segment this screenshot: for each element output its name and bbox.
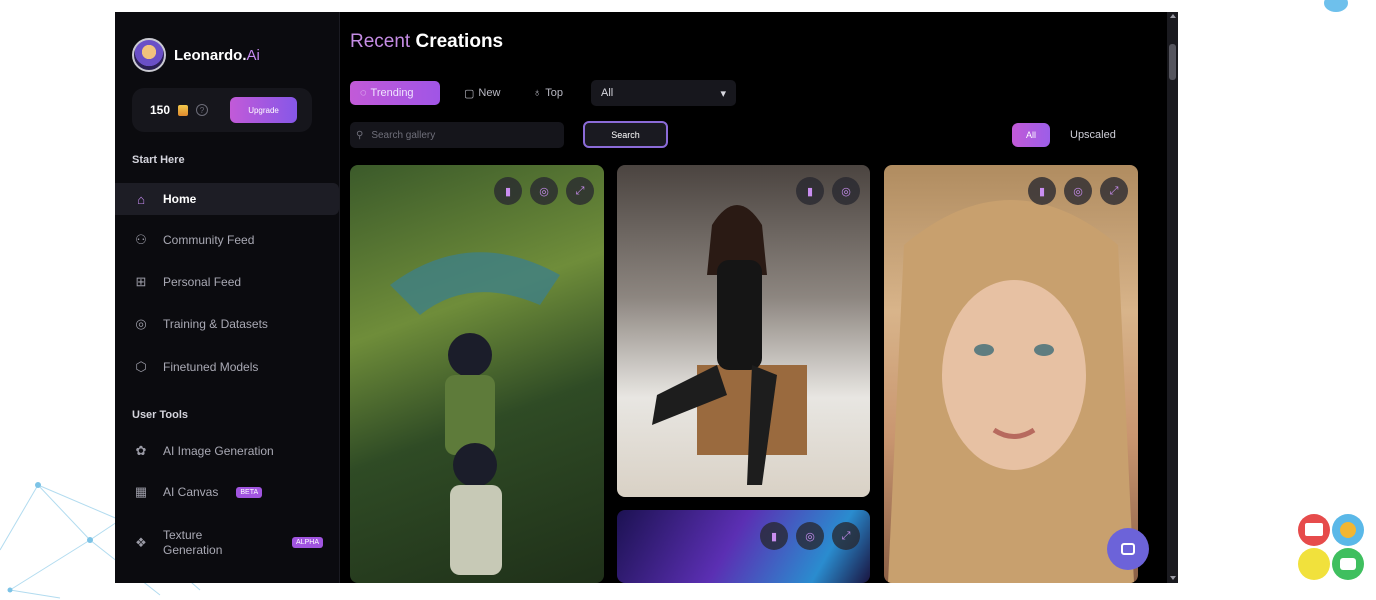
flame-icon: ◌: [360, 87, 367, 99]
square-icon: ▢: [464, 87, 475, 100]
card-actions: ▮ ◎: [796, 177, 860, 205]
tab-trending[interactable]: ◌ Trending: [350, 81, 440, 105]
tab-new[interactable]: ▢ New: [454, 81, 510, 105]
filter-upscaled-button[interactable]: Upscaled: [1070, 123, 1116, 147]
search-button[interactable]: Search: [583, 121, 668, 148]
expand-icon[interactable]: ⤢: [1100, 177, 1128, 205]
gallery-image-card[interactable]: ▮ ◎: [617, 165, 870, 497]
bookmark-icon[interactable]: ▮: [1028, 177, 1056, 205]
palette-icon: ✿: [135, 443, 147, 458]
beta-badge: BETA: [236, 486, 263, 498]
section-title-tools: User Tools: [132, 409, 189, 421]
bookmark-icon[interactable]: ▮: [796, 177, 824, 205]
chat-support-button[interactable]: [1107, 528, 1149, 570]
community-icon: ⚇: [135, 232, 147, 247]
remix-icon[interactable]: ◎: [832, 177, 860, 205]
gallery-image: [652, 205, 807, 485]
texture-icon: ❖: [135, 535, 147, 550]
credits-panel: 150 ? Upgrade: [132, 88, 312, 132]
sidebar-item-label: Personal Feed: [163, 275, 242, 289]
app-window: Leonardo.Ai 150 ? Upgrade Start Here ⌂ H…: [115, 12, 1178, 583]
chat-icon: [1121, 543, 1135, 555]
gallery-image-card[interactable]: ▮ ◎ ⤢: [617, 510, 870, 583]
page-title: Recent Creations: [350, 31, 504, 52]
main-content: Recent Creations ◌ Trending ▢ New ♁ Top …: [350, 12, 1178, 583]
gallery-image-card[interactable]: ▮ ◎ ⤢: [350, 165, 604, 583]
bookmark-icon[interactable]: ▮: [494, 177, 522, 205]
home-icon: ⌂: [137, 191, 145, 207]
gallery-image: [888, 200, 1134, 583]
upgrade-button[interactable]: Upgrade: [230, 97, 298, 123]
training-icon: ◎: [135, 316, 147, 331]
sidebar-item-training-datasets[interactable]: ◎ Training & Datasets: [115, 308, 339, 340]
scroll-thumb[interactable]: [1169, 44, 1176, 80]
brand-name: Leonardo.Ai: [174, 46, 260, 64]
sidebar-item-label: AI Image Generation: [163, 444, 274, 458]
app-icons-cluster: [1298, 514, 1364, 580]
sidebar-item-label: Training & Datasets: [163, 317, 268, 331]
card-actions: ▮ ◎ ⤢: [1028, 177, 1128, 205]
sidebar-item-texture-generation[interactable]: ❖ Texture Generation ALPHA: [115, 523, 339, 563]
gallery-image-card[interactable]: ▮ ◎ ⤢: [884, 165, 1138, 583]
search-icon: ⚲: [356, 129, 364, 141]
sidebar-item-ai-image-generation[interactable]: ✿ AI Image Generation: [115, 435, 339, 467]
category-select[interactable]: All ▾: [591, 80, 736, 106]
select-value: All: [601, 87, 614, 99]
section-title-start: Start Here: [132, 154, 185, 166]
brand-logo: [132, 38, 166, 72]
card-actions: ▮ ◎ ⤢: [760, 522, 860, 550]
search-placeholder: Search gallery: [371, 129, 436, 141]
sidebar: Leonardo.Ai 150 ? Upgrade Start Here ⌂ H…: [115, 12, 340, 583]
search-input[interactable]: ⚲ Search gallery: [350, 122, 564, 148]
remix-icon[interactable]: ◎: [530, 177, 558, 205]
corner-blob-icon: [1324, 0, 1348, 12]
sidebar-item-label: Home: [163, 192, 197, 206]
scroll-down-icon[interactable]: [1170, 576, 1176, 580]
tab-top[interactable]: ♁ Top: [523, 81, 573, 105]
gallery-image: [390, 252, 560, 575]
remix-icon[interactable]: ◎: [796, 522, 824, 550]
top-icon: ♁: [533, 87, 542, 99]
expand-icon[interactable]: ⤢: [832, 522, 860, 550]
sidebar-item-community-feed[interactable]: ⚇ Community Feed: [115, 224, 339, 256]
chevron-down-icon: ▾: [720, 87, 726, 100]
sidebar-item-label: AI Canvas: [163, 485, 219, 499]
card-actions: ▮ ◎ ⤢: [494, 177, 594, 205]
sidebar-item-ai-canvas[interactable]: ▦ AI Canvas BETA: [115, 476, 339, 508]
filter-all-button[interactable]: All: [1012, 123, 1050, 147]
scroll-up-icon[interactable]: [1170, 14, 1176, 18]
remix-icon[interactable]: ◎: [1064, 177, 1092, 205]
bookmark-icon[interactable]: ▮: [760, 522, 788, 550]
token-icon: [178, 104, 189, 116]
sidebar-item-home[interactable]: ⌂ Home: [115, 183, 339, 215]
info-icon[interactable]: ?: [196, 104, 209, 116]
grid-icon: ⊞: [135, 274, 147, 289]
sidebar-item-personal-feed[interactable]: ⊞ Personal Feed: [115, 266, 339, 298]
scrollbar[interactable]: [1167, 12, 1178, 583]
sidebar-item-label: Texture Generation: [163, 528, 223, 557]
brand[interactable]: Leonardo.Ai: [132, 38, 260, 72]
credits-value: 150: [150, 103, 171, 117]
canvas-icon: ▦: [134, 484, 148, 499]
sidebar-item-label: Finetuned Models: [163, 360, 259, 374]
expand-icon[interactable]: ⤢: [566, 177, 594, 205]
sidebar-item-label: Community Feed: [163, 233, 255, 247]
sidebar-item-finetuned-models[interactable]: ⬡ Finetuned Models: [115, 351, 339, 383]
alpha-badge: ALPHA: [292, 537, 323, 548]
cube-icon: ⬡: [135, 359, 147, 374]
